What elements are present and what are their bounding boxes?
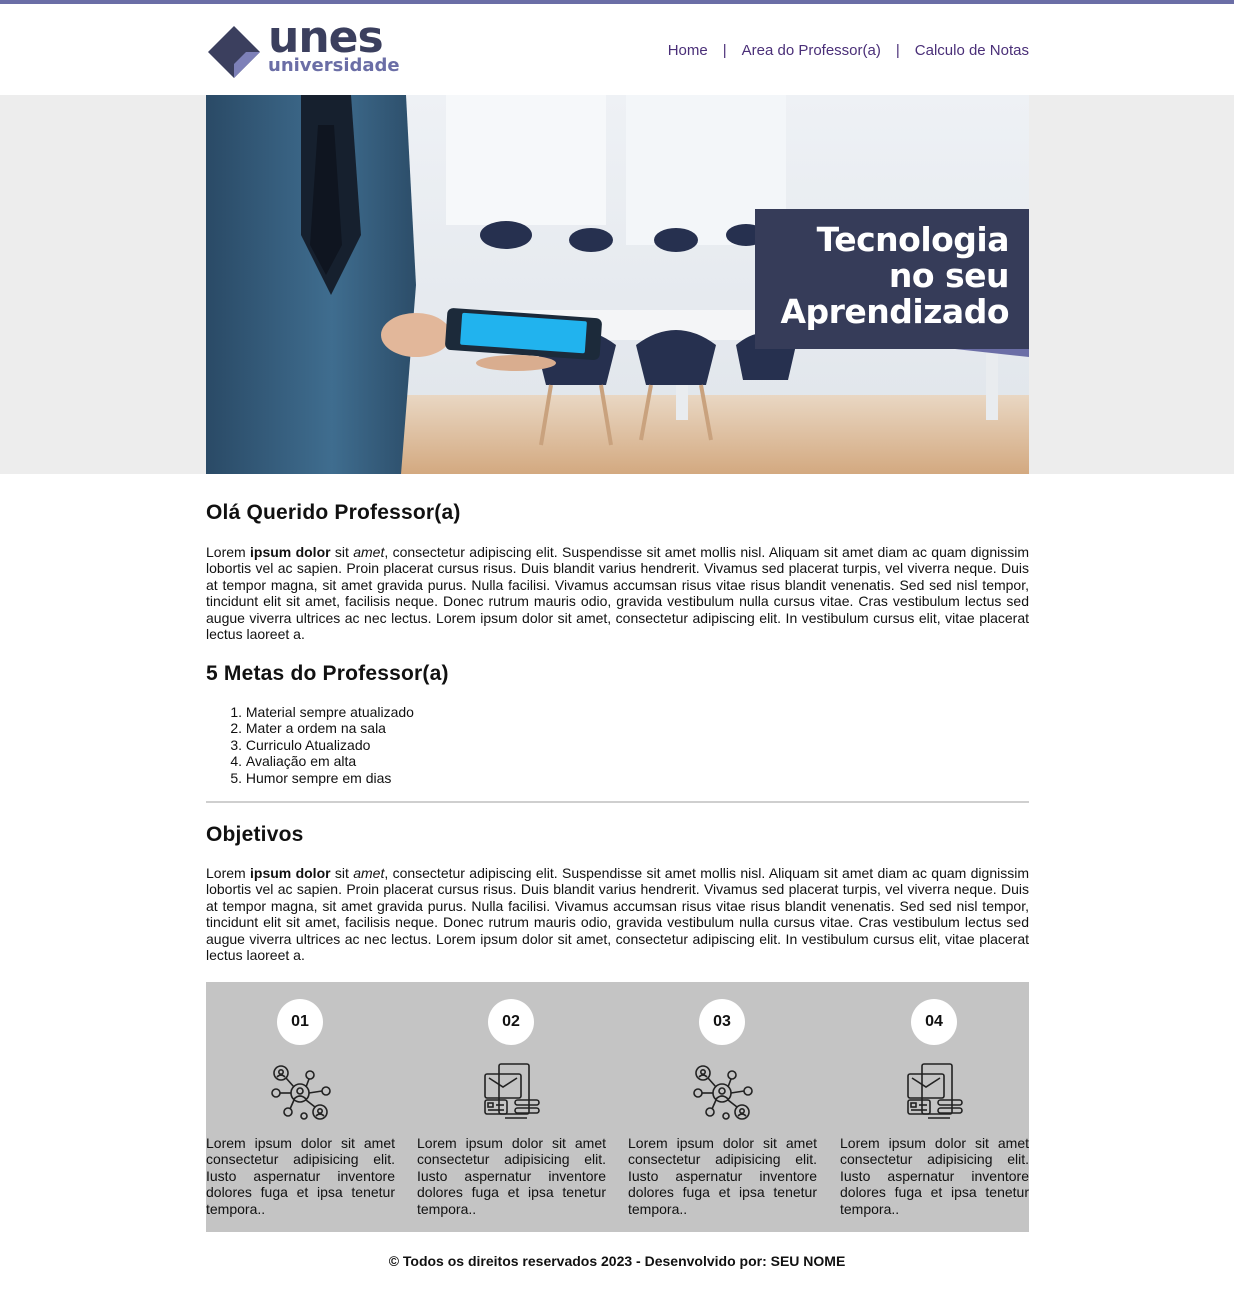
goals-heading: 5 Metas do Professor(a) [206,662,449,685]
network-users-icon [693,1065,753,1120]
logo-sub-text: universidade [268,55,400,76]
list-item: 1. Material sempre atualizado [230,704,414,720]
feature-card: 03 Lorem ipsum dolor sit amet consectetu… [628,982,817,1232]
card-text: Lorem ipsum dolor sit amet consectetur a… [206,1135,395,1217]
card-number-badge: 01 [277,999,323,1045]
nav-area-professor-link[interactable]: Area do Professor(a) [742,42,881,59]
list-item: 2. Mater a ordem na sala [230,720,386,737]
banner-accent-shape [955,349,1029,357]
intro-paragraph: Lorem ipsum dolor sit amet, consectetur … [206,544,1029,643]
card-number-badge: 03 [699,999,745,1045]
banner-line-3: Aprendizado [780,292,1009,331]
objectives-heading: Objetivos [206,823,304,846]
nav-separator: | [722,42,727,59]
logo[interactable]: unes universidade [206,16,406,82]
hero-banner: Tecnologia no seu Aprendizado [206,95,1029,474]
documents-icon [484,1063,540,1119]
footer-copyright: © Todos os direitos reservados 2023 - De… [388,1253,846,1269]
banner-headline: Tecnologia no seu Aprendizado [755,209,1029,349]
feature-card: 02 Lorem ipsum dolor sit amet consectetu… [417,982,606,1232]
list-item: 3. Curriculo Atualizado [230,736,371,753]
feature-card: 01 Lorem ipsum dolor sit amet consectetu… [206,982,395,1232]
nav-calculo-notas-link[interactable]: Calculo de Notas [915,42,1029,59]
list-item: 4. Avaliação em alta [230,753,357,770]
logo-main-text: unes [268,12,384,63]
welcome-heading: Olá Querido Professor(a) [206,501,461,524]
section-divider [206,801,1029,803]
card-text: Lorem ipsum dolor sit amet consectetur a… [628,1135,817,1217]
goals-list: 1. Material sempre atualizado 2. Mater a… [226,704,414,786]
main-nav: Home | Area do Professor(a) | Calculo de… [668,42,1029,59]
banner-line-1: Tecnologia [816,220,1010,259]
logo-diamond-icon [208,26,260,78]
objectives-paragraph: Lorem ipsum dolor sit amet, consectetur … [206,865,1029,964]
documents-icon [907,1063,963,1119]
features-section: 01 Lorem ipsum dolor sit amet consectetu… [206,982,1029,1232]
nav-separator: | [895,42,900,59]
card-text: Lorem ipsum dolor sit amet consectetur a… [840,1135,1029,1217]
site-header: unes universidade Home | Area do Profess… [206,4,1029,95]
card-number-badge: 04 [911,999,957,1045]
banner-line-2: no seu [888,256,1010,295]
network-users-icon [271,1065,331,1120]
nav-home-link[interactable]: Home [668,42,708,59]
feature-card: 04 Lorem ipsum dolor sit amet consectetu… [840,982,1029,1232]
card-number-badge: 02 [488,999,534,1045]
card-text: Lorem ipsum dolor sit amet consectetur a… [417,1135,606,1217]
list-item: 5. Humor sempre em dias [230,769,392,786]
